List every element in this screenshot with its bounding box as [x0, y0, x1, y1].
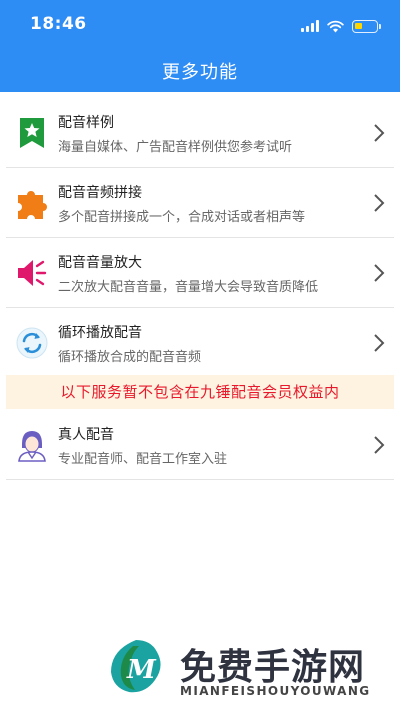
- wifi-icon: [327, 20, 344, 32]
- svg-text:M: M: [126, 655, 157, 685]
- status-icons: [301, 18, 381, 34]
- item-name: 配音样例: [58, 115, 114, 131]
- chevron-right-icon: [374, 334, 385, 352]
- watermark-logo-icon: M: [111, 640, 161, 693]
- watermark-subtitle: MIANFEISHOUYOUWANG: [180, 684, 371, 698]
- membership-notice: 以下服务暂不包含在九锤配音会员权益内: [6, 375, 394, 409]
- status-time: 18:46: [30, 14, 87, 34]
- item-desc: 循环播放合成的配音音频: [58, 350, 202, 365]
- chevron-right-icon: [374, 194, 385, 212]
- watermark: M 免费手游网 MIANFEISHOUYOUWANG: [100, 634, 400, 710]
- bookmark-star-icon: [14, 115, 50, 151]
- chevron-right-icon: [374, 264, 385, 282]
- item-name: 循环播放配音: [58, 325, 142, 341]
- item-name: 真人配音: [58, 427, 114, 443]
- puzzle-icon: [14, 185, 50, 221]
- item-desc: 专业配音师、配音工作室入驻: [58, 452, 228, 467]
- watermark-title: 免费手游网: [180, 647, 366, 688]
- list-item-audio-merge[interactable]: 配音音频拼接 多个配音拼接成一个，合成对话或者相声等: [6, 168, 394, 238]
- item-name: 配音音频拼接: [58, 185, 142, 201]
- list-item-loop-play[interactable]: 循环播放配音 循环播放合成的配音音频: [6, 308, 394, 378]
- loop-icon: [14, 325, 50, 361]
- chevron-right-icon: [374, 124, 385, 142]
- app-header: 18:46 更多功能: [0, 0, 400, 92]
- list-item-human-voice[interactable]: 真人配音 专业配音师、配音工作室入驻: [6, 410, 394, 480]
- list-item-volume-boost[interactable]: 配音音量放大 二次放大配音音量，音量增大会导致音质降低: [6, 238, 394, 308]
- person-voice-icon: [14, 427, 50, 463]
- item-desc: 多个配音拼接成一个，合成对话或者相声等: [58, 210, 306, 225]
- service-list: 真人配音 专业配音师、配音工作室入驻: [0, 410, 400, 480]
- speaker-volume-icon: [14, 255, 50, 291]
- page-title: 更多功能: [162, 62, 238, 83]
- status-bar: 18:46: [0, 0, 400, 50]
- list-item-voice-samples[interactable]: 配音样例 海量自媒体、广告配音样例供您参考试听: [6, 98, 394, 168]
- battery-icon: [352, 19, 381, 33]
- chevron-right-icon: [374, 436, 385, 454]
- item-desc: 二次放大配音音量，音量增大会导致音质降低: [58, 280, 319, 295]
- item-desc: 海量自媒体、广告配音样例供您参考试听: [58, 140, 293, 155]
- feature-list: 配音样例 海量自媒体、广告配音样例供您参考试听 配音音频拼接 多个配音拼接成一个…: [0, 98, 400, 378]
- item-name: 配音音量放大: [58, 255, 142, 271]
- signal-icon: [301, 20, 319, 32]
